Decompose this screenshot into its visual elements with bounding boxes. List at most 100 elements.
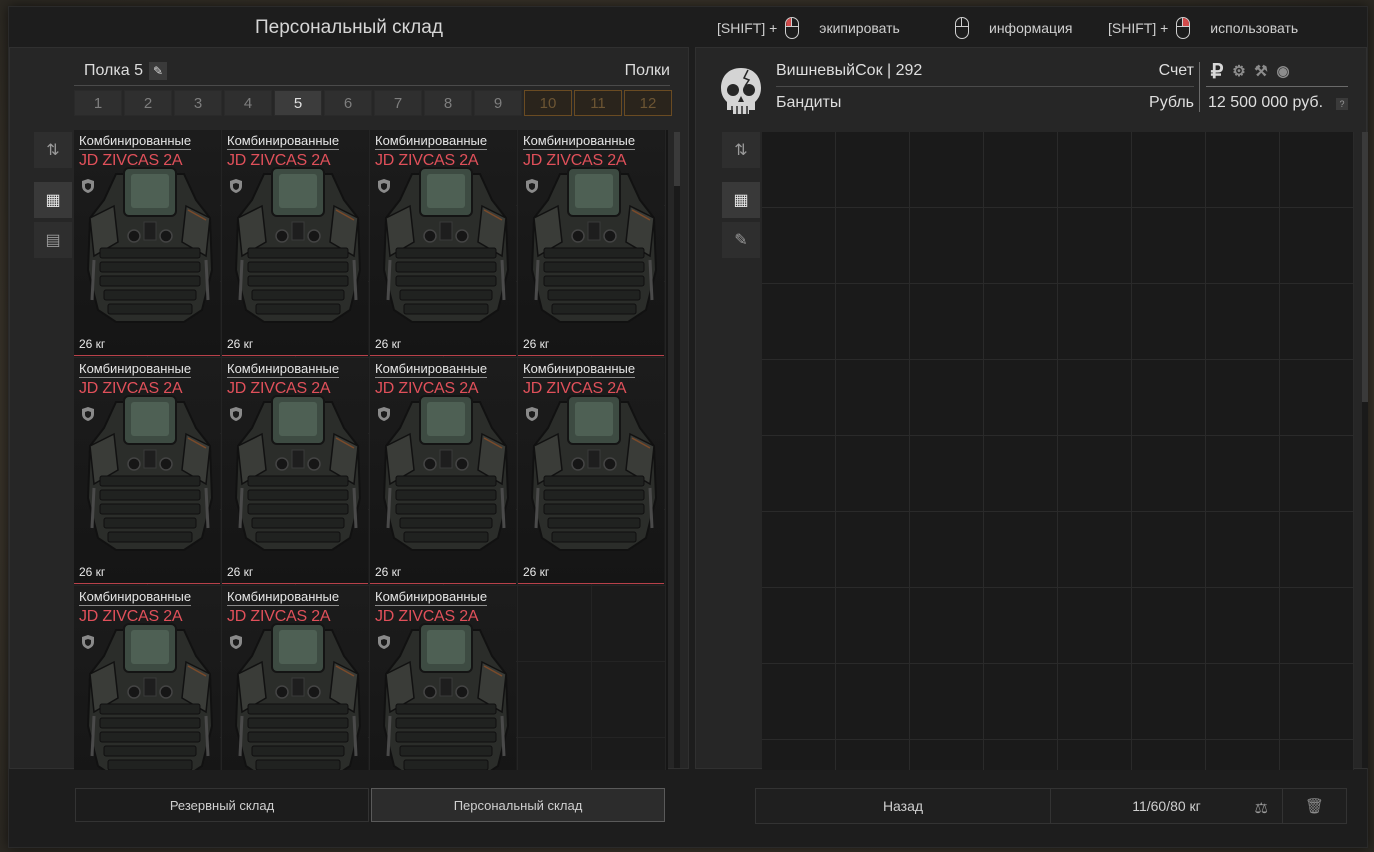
inventory-cell[interactable] xyxy=(762,208,836,284)
armor-item-card[interactable]: КомбинированныеJD ZIVCAS 2A26 кг xyxy=(370,586,516,770)
inventory-cell[interactable] xyxy=(762,436,836,512)
inventory-cell[interactable] xyxy=(1206,132,1280,208)
inventory-cell[interactable] xyxy=(836,664,910,740)
inventory-cell[interactable] xyxy=(984,740,1058,770)
inventory-cell[interactable] xyxy=(762,664,836,740)
inventory-cell[interactable] xyxy=(984,512,1058,588)
inventory-cell[interactable] xyxy=(984,208,1058,284)
grid-view-icon[interactable]: ▦ xyxy=(34,182,72,218)
sort-icon[interactable]: ⇅ xyxy=(722,132,760,168)
inventory-cell[interactable] xyxy=(1206,284,1280,360)
grid-cell[interactable] xyxy=(592,738,666,770)
shelf-tab-5[interactable]: 5 xyxy=(274,90,322,116)
armor-item-card[interactable]: КомбинированныеJD ZIVCAS 2A26 кг xyxy=(74,130,220,356)
shelf-tab-8[interactable]: 8 xyxy=(424,90,472,116)
trash-button[interactable]: 🗑 xyxy=(1283,788,1347,824)
shelf-tab-11[interactable]: 11 xyxy=(574,90,622,116)
inventory-cell[interactable] xyxy=(762,132,836,208)
armor-item-card[interactable]: КомбинированныеJD ZIVCAS 2A26 кг xyxy=(222,130,368,356)
armor-item-card[interactable]: КомбинированныеJD ZIVCAS 2A26 кг xyxy=(222,586,368,770)
inventory-cell[interactable] xyxy=(762,740,836,770)
weapon-filter-icon[interactable]: ✎ xyxy=(722,222,760,258)
inventory-cell[interactable] xyxy=(1058,664,1132,740)
inventory-cell[interactable] xyxy=(910,284,984,360)
grid-cell[interactable] xyxy=(592,586,666,662)
grid-cell[interactable] xyxy=(518,662,592,738)
help-icon[interactable]: ? xyxy=(1336,98,1348,110)
shelf-tab-9[interactable]: 9 xyxy=(474,90,522,116)
bolts-icon[interactable]: ⚒ xyxy=(1252,62,1270,80)
grid-cell[interactable] xyxy=(518,738,592,770)
inventory-cell[interactable] xyxy=(836,284,910,360)
inventory-cell[interactable] xyxy=(1206,436,1280,512)
inventory-cell[interactable] xyxy=(1058,740,1132,770)
inventory-cell[interactable] xyxy=(1280,132,1354,208)
pencil-icon[interactable]: ✎ xyxy=(148,62,167,80)
shelf-tab-7[interactable]: 7 xyxy=(374,90,422,116)
inventory-cell[interactable] xyxy=(910,436,984,512)
grid-cell[interactable] xyxy=(518,586,592,662)
inventory-cell[interactable] xyxy=(1280,740,1354,770)
gear-coin-icon[interactable]: ⚙ xyxy=(1230,62,1248,80)
inventory-cell[interactable] xyxy=(836,132,910,208)
inventory-cell[interactable] xyxy=(1058,208,1132,284)
inventory-cell[interactable] xyxy=(1132,512,1206,588)
inventory-cell[interactable] xyxy=(1280,512,1354,588)
inventory-cell[interactable] xyxy=(1206,360,1280,436)
token-icon[interactable]: ◉ xyxy=(1274,62,1292,80)
shelf-tab-12[interactable]: 12 xyxy=(624,90,672,116)
inventory-cell[interactable] xyxy=(1132,588,1206,664)
inventory-cell[interactable] xyxy=(984,588,1058,664)
inventory-cell[interactable] xyxy=(1206,740,1280,770)
inventory-cell[interactable] xyxy=(910,512,984,588)
inventory-cell[interactable] xyxy=(1132,132,1206,208)
inventory-cell[interactable] xyxy=(1206,664,1280,740)
shelf-tab-1[interactable]: 1 xyxy=(74,90,122,116)
inventory-cell[interactable] xyxy=(836,208,910,284)
inventory-cell[interactable] xyxy=(762,360,836,436)
inventory-cell[interactable] xyxy=(910,132,984,208)
inventory-cell[interactable] xyxy=(1280,360,1354,436)
stash-scrollbar[interactable] xyxy=(674,132,680,768)
inventory-cell[interactable] xyxy=(910,208,984,284)
inventory-cell[interactable] xyxy=(1058,284,1132,360)
inventory-cell[interactable] xyxy=(1132,664,1206,740)
ruble-icon[interactable]: ₽ xyxy=(1208,61,1226,83)
armor-item-card[interactable]: КомбинированныеJD ZIVCAS 2A26 кг xyxy=(518,358,664,584)
inventory-cell[interactable] xyxy=(1280,208,1354,284)
inventory-cell[interactable] xyxy=(984,132,1058,208)
inventory-cell[interactable] xyxy=(1058,360,1132,436)
inventory-cell[interactable] xyxy=(1280,436,1354,512)
inventory-cell[interactable] xyxy=(984,436,1058,512)
inventory-cell[interactable] xyxy=(836,436,910,512)
inventory-cell[interactable] xyxy=(1132,360,1206,436)
shelf-tab-6[interactable]: 6 xyxy=(324,90,372,116)
inventory-cell[interactable] xyxy=(836,512,910,588)
inventory-cell[interactable] xyxy=(1132,740,1206,770)
armor-item-card[interactable]: КомбинированныеJD ZIVCAS 2A26 кг xyxy=(74,586,220,770)
armor-item-card[interactable]: КомбинированныеJD ZIVCAS 2A26 кг xyxy=(370,130,516,356)
shelf-tab-3[interactable]: 3 xyxy=(174,90,222,116)
inventory-cell[interactable] xyxy=(1058,132,1132,208)
armor-item-card[interactable]: КомбинированныеJD ZIVCAS 2A26 кг xyxy=(74,358,220,584)
inventory-cell[interactable] xyxy=(910,664,984,740)
inventory-scrollbar[interactable] xyxy=(1362,132,1368,768)
inventory-cell[interactable] xyxy=(1280,664,1354,740)
shelf-tab-10[interactable]: 10 xyxy=(524,90,572,116)
shelf-tab-2[interactable]: 2 xyxy=(124,90,172,116)
inventory-cell[interactable] xyxy=(1280,588,1354,664)
inventory-cell[interactable] xyxy=(910,588,984,664)
inventory-cell[interactable] xyxy=(984,664,1058,740)
sort-icon[interactable]: ⇅ xyxy=(34,132,72,168)
grid-cell[interactable] xyxy=(592,662,666,738)
grid-view-icon[interactable]: ▦ xyxy=(722,182,760,218)
inventory-cell[interactable] xyxy=(836,740,910,770)
inventory-cell[interactable] xyxy=(1058,436,1132,512)
inventory-cell[interactable] xyxy=(1132,436,1206,512)
shelf-tab-4[interactable]: 4 xyxy=(224,90,272,116)
inventory-cell[interactable] xyxy=(836,588,910,664)
inventory-cell[interactable] xyxy=(762,512,836,588)
back-button[interactable]: Назад xyxy=(755,788,1051,824)
armor-filter-icon[interactable]: ▤ xyxy=(34,222,72,258)
inventory-cell[interactable] xyxy=(1280,284,1354,360)
